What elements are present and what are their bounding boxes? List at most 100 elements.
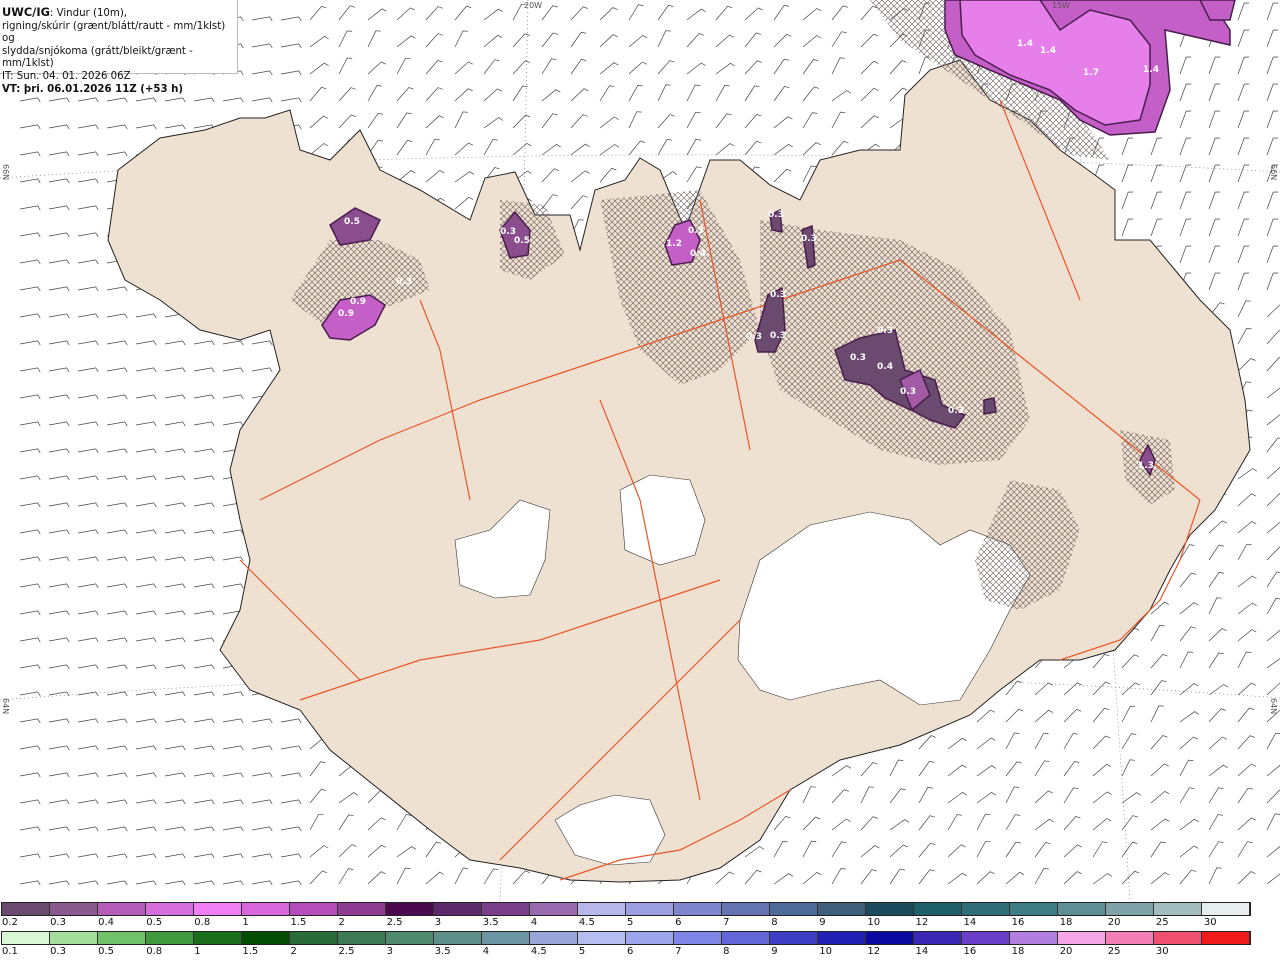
header-line2: rigning/skúrir (grænt/blátt/rautt - mm/1…: [2, 20, 226, 45]
initial-time: IT: Sun. 04. 01. 2026 06Z: [2, 70, 131, 82]
header-line3: slydda/snjókoma (grátt/bleikt/grænt - mm…: [2, 45, 193, 70]
legend-label: 7: [675, 946, 682, 957]
legend-swatch: [1010, 932, 1058, 944]
legend-swatch: [434, 903, 482, 915]
legend-label: 0.1: [2, 946, 18, 957]
legend-swatch: [674, 903, 722, 915]
legend-swatch: [770, 903, 818, 915]
legend-swatch: [626, 903, 674, 915]
snowfall-value-label: 0.5: [514, 236, 530, 246]
snowfall-value-label: 1.4: [1040, 46, 1056, 56]
legend-label: 9: [819, 917, 826, 928]
legend-swatch: [770, 932, 818, 944]
legend-swatch: [386, 903, 434, 915]
rain-legend-colorbar: [1, 931, 1251, 945]
legend-label: 4: [530, 917, 538, 928]
legend-swatch: [146, 932, 194, 944]
legend-label: 0.8: [146, 946, 163, 957]
legend-swatch: [98, 932, 146, 944]
legend-swatch: [1010, 903, 1058, 915]
legend-swatch: [98, 903, 146, 915]
snowfall-value-label: 0.4: [690, 249, 706, 259]
legend-label: 3.5: [482, 917, 499, 928]
snowfall-value-label: 0.3: [877, 326, 893, 336]
legend-swatch: [1154, 932, 1202, 944]
legend-swatch: [242, 903, 290, 915]
legend-swatch: [866, 903, 914, 915]
legend-label: 3: [434, 917, 442, 928]
snowfall-value-label: 0.3: [688, 226, 704, 236]
legend-swatch: [1058, 903, 1106, 915]
snowfall-value-label: 1.2: [666, 239, 682, 249]
header-line1: : Vindur (10m),: [49, 8, 128, 19]
snowfall-value-label: 1.3: [1138, 461, 1154, 471]
snowfall-value-label: 1.7: [1083, 68, 1099, 78]
rain-legend: 0.1 0.3 0.5 0.8 1 1.5 2 2.5 3 3.5 4 4.5 5 6 7 8 9 10 12 14 1…: [0, 931, 1280, 960]
legend-swatch: [962, 932, 1010, 944]
grid-label-66n-right: 66N: [1269, 164, 1278, 181]
legend-swatch: [50, 932, 98, 944]
legend-swatch: [962, 903, 1010, 915]
legend-label: 0.2: [2, 917, 18, 928]
legend-label: 0.8: [194, 917, 211, 928]
snowfall-value-label: 0.3: [768, 210, 784, 220]
legend-label: 10: [819, 946, 833, 957]
brand-label: UWC/IG: [2, 5, 50, 19]
legend-label: 4.5: [578, 917, 595, 928]
grid-label-64n-right: 64N: [1269, 698, 1278, 715]
legend-label: 2: [338, 917, 345, 928]
legend-label: 5: [627, 917, 634, 928]
legend-swatch: [914, 932, 962, 944]
legend-label: 16: [1011, 917, 1025, 928]
legend-label: 0.5: [98, 946, 115, 957]
legend-label: 25: [1155, 917, 1169, 928]
legend-swatch: [626, 932, 674, 944]
legend-swatch: [2, 903, 50, 915]
legend-swatch: [530, 932, 578, 944]
snowfall-value-label: 0.9: [338, 309, 354, 319]
legend-label: 16: [963, 946, 977, 957]
legend-swatch: [434, 932, 482, 944]
legend-label: 2.5: [338, 946, 355, 957]
legend-swatch: [290, 903, 338, 915]
legend-label: 14: [915, 946, 929, 957]
legend-label: 0.3: [50, 917, 66, 928]
legend-label: 20: [1059, 946, 1073, 957]
legend-swatch: [482, 903, 530, 915]
legend-label: 6: [627, 946, 634, 957]
legend-label: 18: [1011, 946, 1025, 957]
legend-label: 12: [867, 946, 881, 957]
legend-label: 30: [1203, 917, 1217, 928]
legend-label: 2: [290, 946, 297, 957]
legend-swatch: [50, 903, 98, 915]
grid-label-66n-left: 66N: [1, 164, 10, 181]
legend-swatch: [722, 903, 770, 915]
snowfall-value-label: 0.3: [801, 234, 817, 244]
snowfall-value-label: 1.4: [1017, 39, 1033, 49]
legend-label: 0.3: [50, 946, 66, 957]
legend-swatch: [338, 903, 386, 915]
legend-label: 25: [1107, 946, 1121, 957]
legend-label: 4: [482, 946, 490, 957]
snow-legend-labels: 0.2 0.3 0.4 0.5 0.8 1 1.5 2 2.5 3 3.5 4 4.5 5 6 7 8 9 10 12…: [0, 917, 1280, 930]
legend-label: 9: [771, 946, 778, 957]
legend-swatch: [1106, 932, 1154, 944]
snow-legend-colorbar: [1, 902, 1251, 916]
snowfall-value-label: 0.3: [900, 387, 916, 397]
legend-label: 0.5: [146, 917, 163, 928]
legend-label: 7: [723, 917, 730, 928]
snowfall-value-label: 0.9: [350, 297, 366, 307]
snowfall-value-label: 0.3: [770, 290, 786, 300]
legend-swatch: [1154, 903, 1202, 915]
snowfall-value-label: 0.3: [948, 406, 964, 416]
legend-label: 1.5: [290, 917, 307, 928]
header-infobox: UWC/IG: Vindur (10m), rigning/skúrir (gr…: [0, 0, 238, 95]
legend-label: 1.5: [242, 946, 259, 957]
legend-label: 3.5: [434, 946, 451, 957]
snowfall-value-label: 0.3: [770, 331, 786, 341]
legend-label: 20: [1107, 917, 1121, 928]
legend-swatch: [914, 903, 962, 915]
legend-swatch: [578, 903, 626, 915]
legend-swatch: [1106, 903, 1154, 915]
legend-label: 30: [1155, 946, 1169, 957]
